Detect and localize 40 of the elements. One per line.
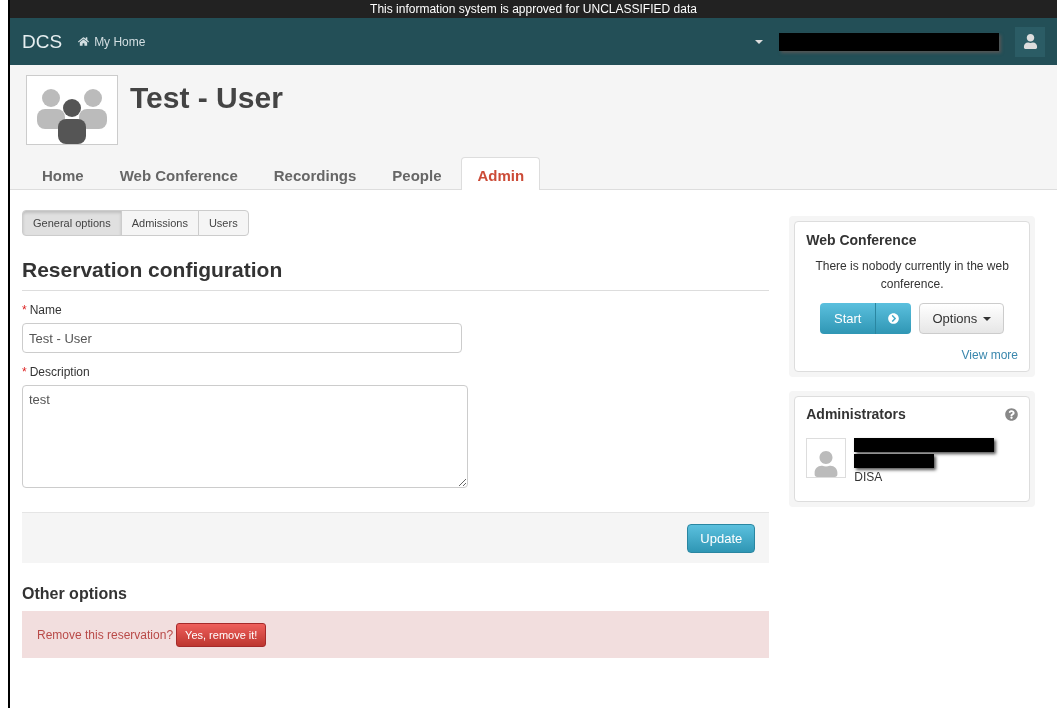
page-title: Test - User — [130, 81, 283, 116]
field-label: Name — [29, 303, 62, 317]
required-mark: * — [22, 303, 27, 317]
user-button[interactable] — [1015, 26, 1045, 57]
nav-tab[interactable]: Home — [26, 157, 100, 190]
start-button[interactable]: Start — [820, 303, 876, 334]
brand-name[interactable]: DCS — [22, 30, 63, 53]
required-mark: * — [22, 365, 27, 379]
home-icon — [78, 36, 90, 47]
start-menu-button[interactable] — [875, 303, 912, 334]
options-button[interactable]: Options — [919, 303, 1005, 334]
name-field[interactable]: Test - User — [22, 323, 462, 353]
dropdown-caret-icon[interactable] — [755, 39, 763, 44]
help-icon[interactable] — [1005, 407, 1018, 421]
nav-tab[interactable]: Recordings — [257, 157, 373, 190]
card-title: Administrators — [806, 406, 906, 422]
section-title: Reservation configuration — [22, 258, 770, 291]
caret-icon — [983, 316, 992, 321]
description-field[interactable]: test — [22, 385, 468, 488]
nav-tab[interactable]: Web Conference — [103, 157, 254, 190]
sub-tab[interactable]: Users — [197, 210, 249, 236]
field-label: Description — [29, 365, 90, 379]
user-avatar-icon — [806, 438, 847, 478]
update-button[interactable]: Update — [687, 523, 756, 553]
my-home-link[interactable]: My Home — [78, 34, 146, 49]
nav-tab[interactable]: Admin — [461, 157, 541, 190]
classification-banner: This information system is approved for UNCLASSIFIED data — [10, 0, 1057, 18]
nav-tab[interactable]: People — [376, 157, 458, 190]
remove-button[interactable]: Yes, remove it! — [176, 622, 267, 647]
group-avatar-icon — [26, 75, 118, 145]
status-message: There is nobody currently in the web conference. — [814, 258, 1010, 293]
sub-tab[interactable]: Admissions — [120, 210, 199, 236]
view-more-link[interactable]: View more — [806, 348, 1018, 362]
alert-text: Remove this reservation? — [37, 627, 174, 642]
organization-name: DISA — [854, 470, 884, 484]
user-icon — [1022, 34, 1038, 49]
chevron-icon — [888, 313, 900, 324]
sub-tab[interactable]: General options — [22, 210, 122, 236]
section-title: Other options — [22, 585, 128, 603]
card-title: Web Conference — [806, 232, 917, 248]
